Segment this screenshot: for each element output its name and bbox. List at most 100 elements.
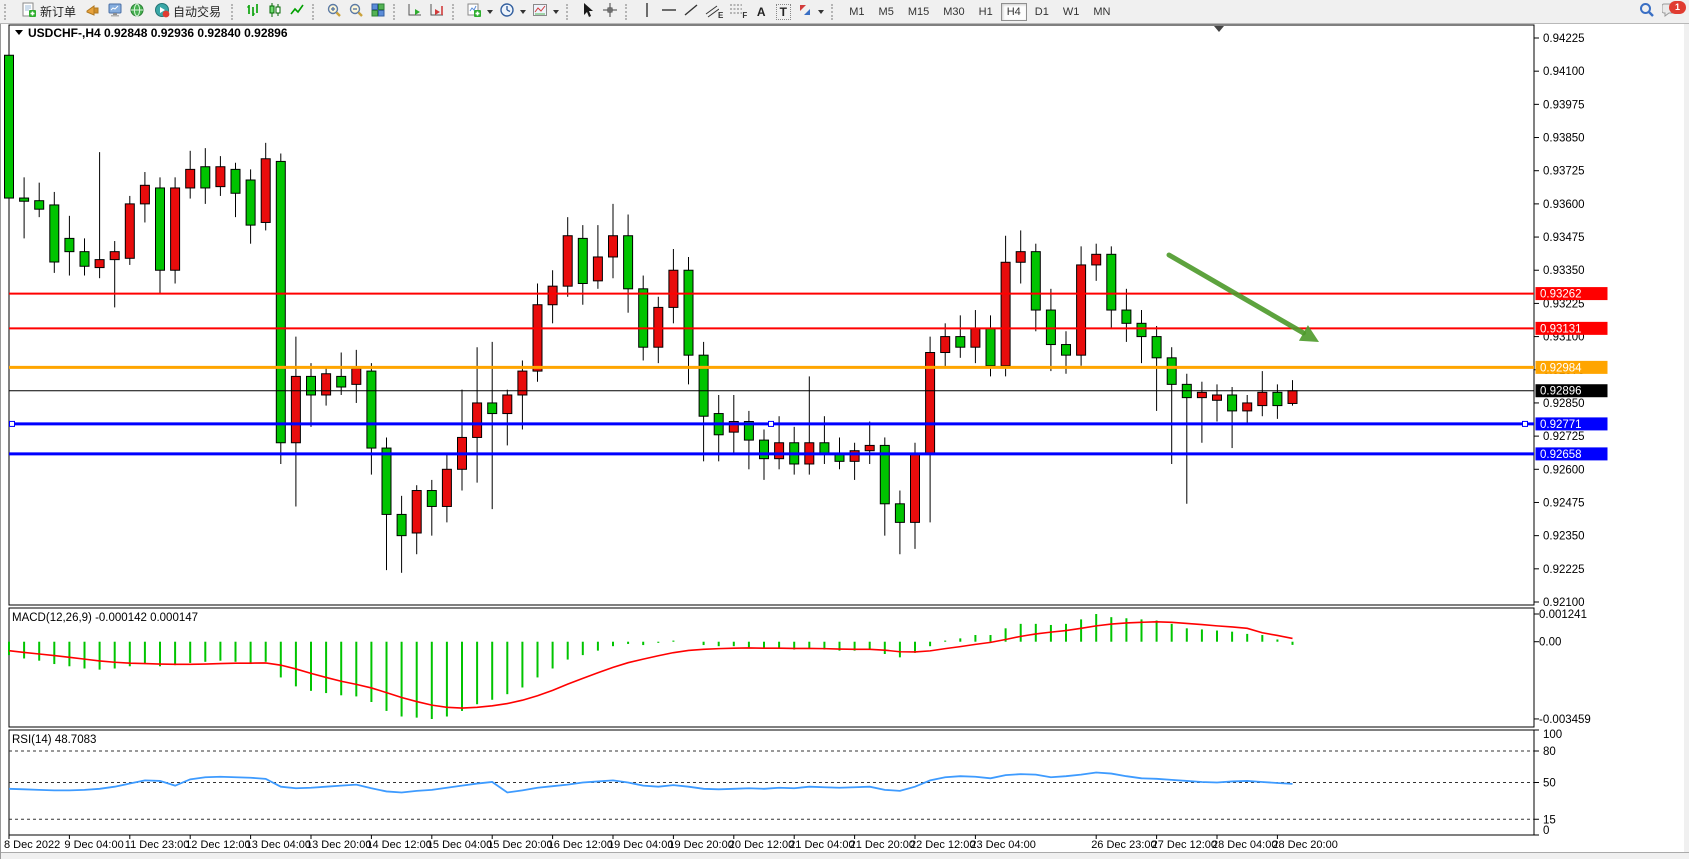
toolbar-grip[interactable] bbox=[393, 4, 401, 20]
price-tick-label: 0.92475 bbox=[1543, 497, 1585, 509]
candle-down bbox=[397, 514, 406, 535]
time-tick-label: 27 Dec 12:00 bbox=[1152, 839, 1217, 851]
price-tick-label: 0.92850 bbox=[1543, 398, 1585, 410]
tile-windows-button[interactable] bbox=[367, 2, 389, 22]
auto-scroll-button[interactable] bbox=[404, 2, 426, 22]
timeframe-H4[interactable]: H4 bbox=[1001, 3, 1027, 21]
toolbar-grip[interactable] bbox=[312, 4, 320, 20]
alerts-button[interactable] bbox=[82, 2, 104, 22]
hline-handle[interactable] bbox=[1523, 421, 1528, 426]
market-watch-button[interactable] bbox=[104, 2, 126, 22]
toolbar-grip[interactable] bbox=[566, 4, 574, 20]
timeframe-W1[interactable]: W1 bbox=[1057, 3, 1086, 21]
search-button[interactable] bbox=[1635, 2, 1659, 22]
label-icon: T bbox=[776, 4, 791, 20]
candle-up bbox=[1001, 262, 1010, 366]
cursor-icon bbox=[580, 2, 596, 21]
periods-button[interactable] bbox=[496, 2, 529, 22]
mt4-application: 新订单 自动交易 bbox=[0, 0, 1689, 859]
auto-trading-button[interactable]: 自动交易 bbox=[148, 2, 227, 22]
toolbar-grip[interactable] bbox=[231, 4, 239, 20]
fibonacci-icon bbox=[729, 2, 743, 21]
candle-down bbox=[246, 180, 255, 225]
time-tick-label: 13 Dec 20:00 bbox=[306, 839, 371, 851]
rsi-label: RSI(14) 48.7083 bbox=[12, 734, 96, 746]
candle-down bbox=[337, 376, 346, 387]
candle-up bbox=[518, 371, 527, 395]
time-tick-label: 16 Dec 12:00 bbox=[548, 839, 613, 851]
price-tag-label: 0.93131 bbox=[1540, 323, 1582, 335]
time-tick-label: 9 Dec 04:00 bbox=[64, 839, 123, 851]
crosshair-tool-button[interactable] bbox=[599, 2, 621, 22]
arrows-tool-button[interactable] bbox=[794, 2, 827, 22]
time-tick-label: 28 Dec 20:00 bbox=[1272, 839, 1337, 851]
chart-shift-button[interactable] bbox=[426, 2, 448, 22]
candle-down bbox=[1273, 392, 1282, 405]
candle-down bbox=[578, 238, 587, 283]
text-tool-button[interactable]: A bbox=[750, 2, 772, 22]
globe-icon bbox=[129, 2, 145, 21]
trendline-tool-button[interactable] bbox=[680, 2, 702, 22]
time-tick-label: 15 Dec 04:00 bbox=[427, 839, 492, 851]
text-icon: A bbox=[757, 5, 766, 19]
timeframe-H1[interactable]: H1 bbox=[973, 3, 999, 21]
horizontal-line-icon bbox=[661, 2, 677, 21]
price-tick-label: 0.93600 bbox=[1543, 199, 1585, 211]
search-icon bbox=[1638, 1, 1656, 22]
timeframe-M1[interactable]: M1 bbox=[843, 3, 870, 21]
macd-tick-label: 0.00 bbox=[1539, 637, 1561, 649]
candlestick-mode-button[interactable] bbox=[264, 2, 286, 22]
hline-handle[interactable] bbox=[769, 421, 774, 426]
fibonacci-tool-button[interactable]: F bbox=[726, 2, 750, 22]
timeframe-MN[interactable]: MN bbox=[1087, 3, 1116, 21]
horizontal-line-tool-button[interactable] bbox=[658, 2, 680, 22]
candle-up bbox=[593, 257, 602, 281]
bar-chart-mode-button[interactable] bbox=[242, 2, 264, 22]
toolbar-grip[interactable] bbox=[625, 4, 633, 20]
new-chart-button[interactable] bbox=[463, 2, 496, 22]
label-tool-button[interactable]: T bbox=[772, 2, 794, 22]
time-tick-label: 19 Dec 04:00 bbox=[608, 839, 673, 851]
price-tick-label: 0.92225 bbox=[1543, 564, 1585, 576]
timeframe-M15[interactable]: M15 bbox=[902, 3, 935, 21]
candle-down bbox=[307, 376, 316, 395]
timeframes-clock-icon bbox=[499, 2, 515, 21]
toolbar-grip[interactable] bbox=[4, 4, 12, 20]
candle-down bbox=[276, 161, 285, 442]
timeframe-M5[interactable]: M5 bbox=[873, 3, 900, 21]
macd-tick-label: 0.001241 bbox=[1539, 609, 1587, 621]
candle-down bbox=[1122, 310, 1131, 323]
candle-down bbox=[624, 236, 633, 289]
candle-up bbox=[261, 159, 270, 223]
price-tick-label: 0.94225 bbox=[1543, 33, 1585, 45]
chevron-down-icon bbox=[520, 10, 526, 14]
macd-label: MACD(12,26,9) -0.000142 0.000147 bbox=[12, 612, 198, 624]
timeframe-D1[interactable]: D1 bbox=[1029, 3, 1055, 21]
candle-up bbox=[95, 260, 104, 268]
time-tick-label: 14 Dec 12:00 bbox=[366, 839, 431, 851]
cursor-tool-button[interactable] bbox=[577, 2, 599, 22]
candle-up bbox=[775, 443, 784, 459]
zoom-in-button[interactable] bbox=[323, 2, 345, 22]
line-chart-mode-button[interactable] bbox=[286, 2, 308, 22]
candle-down bbox=[1046, 310, 1055, 345]
signals-button[interactable] bbox=[126, 2, 148, 22]
chart-title: USDCHF-,H4 0.92848 0.92936 0.92840 0.928… bbox=[28, 26, 288, 40]
vertical-line-tool-button[interactable] bbox=[636, 2, 658, 22]
zoom-out-button[interactable] bbox=[345, 2, 367, 22]
channel-tool-button[interactable]: E bbox=[702, 2, 726, 22]
candle-up bbox=[654, 307, 663, 347]
autotrading-icon bbox=[154, 2, 170, 21]
main-pane bbox=[9, 25, 1534, 605]
hline-handle[interactable] bbox=[10, 421, 15, 426]
new-order-button[interactable]: 新订单 bbox=[15, 2, 82, 22]
timeframe-M30[interactable]: M30 bbox=[937, 3, 970, 21]
templates-button[interactable] bbox=[529, 2, 562, 22]
trendline-icon bbox=[683, 2, 699, 21]
usdchf-h4-chart[interactable]: 0.942250.941000.939750.938500.937250.936… bbox=[1, 24, 1689, 859]
toolbar-grip[interactable] bbox=[831, 4, 839, 20]
notifications-button[interactable]: 1 bbox=[1659, 2, 1683, 22]
toolbar-grip[interactable] bbox=[452, 4, 460, 20]
time-tick-label: 22 Dec 12:00 bbox=[910, 839, 975, 851]
candle-up bbox=[216, 167, 225, 187]
